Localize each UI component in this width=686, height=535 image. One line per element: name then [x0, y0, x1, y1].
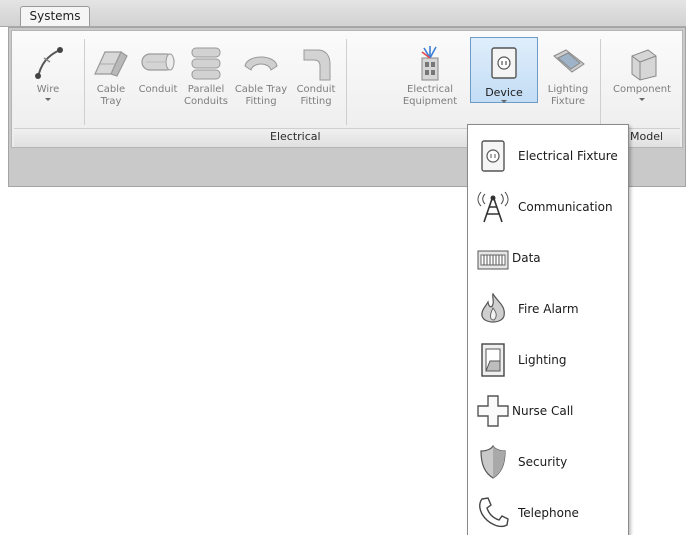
- conduit-label: Conduit: [138, 84, 178, 95]
- lighting-switch-icon: [481, 343, 505, 377]
- device-label: Device: [485, 86, 523, 99]
- chevron-down-icon[interactable]: [501, 100, 507, 103]
- lighting-fixture-button[interactable]: Lighting Fixture: [542, 38, 594, 126]
- component-button[interactable]: Component: [606, 38, 678, 126]
- telephone-icon: [479, 497, 509, 528]
- cable-tray-fitting-label: Cable Tray Fitting: [234, 84, 288, 107]
- cable-tray-fitting-icon: [244, 56, 278, 71]
- menu-item-label: Security: [518, 455, 568, 469]
- electrical-equipment-icon: [421, 46, 439, 81]
- separator: [600, 39, 601, 125]
- conduit-button[interactable]: Conduit: [136, 38, 180, 126]
- chevron-down-icon[interactable]: [639, 98, 645, 101]
- cable-tray-button[interactable]: Cable Tray: [88, 38, 134, 126]
- wire-button[interactable]: Wire: [18, 38, 78, 126]
- menu-item-label: Lighting: [518, 353, 567, 367]
- component-icon: [631, 49, 657, 81]
- cable-tray-fitting-button[interactable]: Cable Tray Fitting: [232, 38, 290, 126]
- wire-label: Wire: [36, 84, 60, 95]
- menu-item-label: Electrical Fixture: [518, 149, 618, 163]
- menu-item-electrical-fixture[interactable]: Electrical Fixture: [468, 133, 628, 177]
- menu-item-nurse-call[interactable]: Nurse Call: [468, 388, 628, 432]
- device-dropdown-menu: Electrical Fixture Communication Data Fi…: [467, 124, 629, 535]
- conduit-fitting-button[interactable]: Conduit Fitting: [292, 38, 340, 126]
- menu-item-label: Telephone: [518, 506, 579, 520]
- electrical-fixture-icon: [481, 140, 505, 172]
- fire-alarm-icon: [481, 292, 505, 323]
- device-icon: [491, 47, 517, 79]
- security-icon: [480, 445, 506, 479]
- menu-item-label: Data: [512, 251, 541, 265]
- menu-item-telephone[interactable]: Telephone: [468, 490, 628, 534]
- data-icon: [477, 250, 509, 270]
- device-button[interactable]: Device: [470, 37, 538, 103]
- ribbon-tab-strip: Systems: [0, 0, 686, 27]
- parallel-conduits-label: Parallel Conduits: [183, 84, 229, 107]
- wire-icon: [35, 47, 63, 79]
- lighting-fixture-icon: [553, 49, 585, 73]
- separator: [346, 39, 347, 125]
- nurse-call-icon: [477, 395, 509, 427]
- menu-item-label: Communication: [518, 200, 613, 214]
- conduit-fitting-icon: [303, 49, 331, 81]
- chevron-down-icon[interactable]: [45, 98, 51, 101]
- electrical-equipment-button[interactable]: Electrical Equipment: [400, 38, 460, 126]
- panel-title-electrical: Electrical: [270, 130, 321, 143]
- menu-item-fire-alarm[interactable]: Fire Alarm: [468, 286, 628, 330]
- menu-item-data[interactable]: Data: [468, 235, 628, 279]
- parallel-conduits-icon: [191, 47, 221, 80]
- menu-item-communication[interactable]: Communication: [468, 184, 628, 228]
- menu-item-label: Fire Alarm: [518, 302, 579, 316]
- cable-tray-label: Cable Tray: [96, 84, 126, 107]
- conduit-icon: [141, 53, 175, 71]
- component-label: Component: [612, 84, 672, 95]
- lighting-fixture-label: Lighting Fixture: [547, 84, 589, 107]
- conduit-fitting-label: Conduit Fitting: [296, 84, 336, 107]
- menu-item-label: Nurse Call: [512, 404, 574, 418]
- communication-icon: [477, 191, 509, 223]
- parallel-conduits-button[interactable]: Parallel Conduits: [182, 38, 230, 126]
- tab-systems[interactable]: Systems: [20, 6, 90, 26]
- electrical-equipment-label: Electrical Equipment: [402, 84, 458, 107]
- separator: [84, 39, 85, 125]
- cable-tray-icon: [94, 51, 128, 77]
- menu-item-security[interactable]: Security: [468, 439, 628, 483]
- menu-item-lighting[interactable]: Lighting: [468, 337, 628, 381]
- panel-title-model: Model: [630, 130, 664, 143]
